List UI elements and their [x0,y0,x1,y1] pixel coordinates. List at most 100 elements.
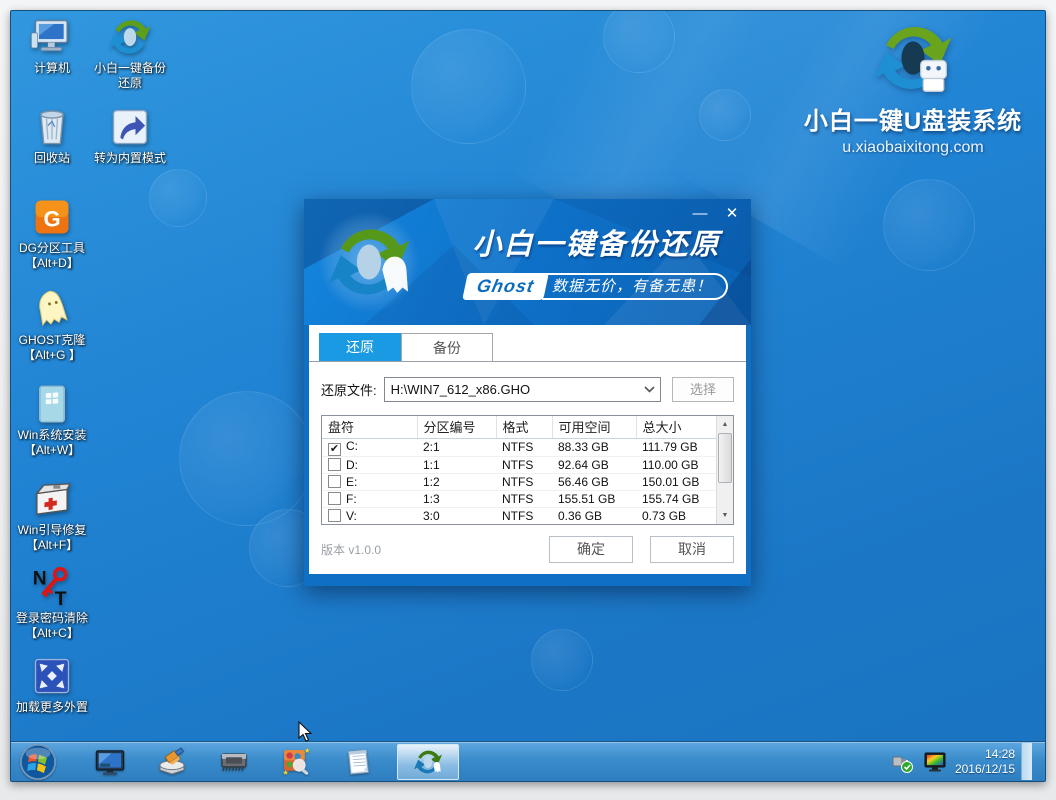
recycle-bin-icon [30,105,74,149]
start-button[interactable] [19,743,57,781]
scroll-down-icon[interactable]: ▼ [717,508,733,523]
desktop-icon-load-more[interactable]: 加载更多外置 [13,654,91,715]
cancel-button[interactable]: 取消 [650,536,734,563]
desktop-icon-label: Win系统安装 [13,428,91,443]
scrollbar-thumb[interactable] [718,433,732,483]
computer-icon [30,15,74,59]
desktop-icon-label: 还原 [91,76,169,91]
table-row[interactable]: F:1:3NTFS155.51 GB155.74 GB [322,490,716,507]
desktop-icon-boot-repair[interactable]: Win引导修复 【Alt+F】 [13,477,91,553]
shortcut-arrow-icon [108,105,152,149]
desktop-icon-label: 计算机 [13,61,91,76]
desktop-icon-label: 【Alt+C】 [13,626,91,641]
column-header-total[interactable]: 总大小 [636,416,716,438]
column-header-free[interactable]: 可用空间 [552,416,636,438]
desktop-icon-label: 加载更多外置 [13,700,91,715]
table-row[interactable]: V:3:0NTFS0.36 GB0.73 GB [322,507,716,524]
cell-format: NTFS [496,490,552,507]
cell-partition: 1:2 [417,473,496,490]
row-checkbox[interactable] [328,458,341,471]
desktop-icon-win-install[interactable]: Win系统安装 【Alt+W】 [13,382,91,458]
desktop-icon-ghost-clone[interactable]: GHOST克隆 【Alt+G 】 [13,287,91,363]
column-header-drive[interactable]: 盘符 [322,416,417,438]
chevron-down-icon[interactable] [638,386,660,393]
expand-arrows-icon [30,654,74,698]
desktop-icon-backup-restore[interactable]: 小白一键备份 还原 [91,15,169,91]
tab-restore[interactable]: 还原 [319,333,401,361]
nt-password-key-icon: N T [30,565,74,609]
bubble-decoration [411,29,526,144]
diskgenius-icon: G [30,195,74,239]
cell-format: NTFS [496,473,552,490]
desktop-icon-label: 小白一键备份 [91,61,169,76]
cell-partition: 3:0 [417,507,496,524]
ghost-slogan: 数据无价，有备无患！ [542,273,728,300]
table-row[interactable]: ✔C:2:1NTFS88.33 GB111.79 GB [322,438,716,456]
table-row[interactable]: D:1:1NTFS92.64 GB110.00 GB [322,456,716,473]
desktop-icon-password-clear[interactable]: N T 登录密码清除 【Alt+C】 [13,565,91,641]
bubble-decoration [149,169,207,227]
column-header-partition[interactable]: 分区编号 [417,416,496,438]
cell-total: 110.00 GB [636,456,716,473]
ghost-badge: Ghost 数据无价，有备无患！ [465,273,728,300]
table-header-row: 盘符 分区编号 格式 可用空间 总大小 [322,416,716,438]
cell-format: NTFS [496,438,552,456]
desktop-icon-label: 【Alt+G 】 [13,348,91,363]
desktop-icon-label: 登录密码清除 [13,611,91,626]
taskbar-memory-icon[interactable] [218,746,250,778]
vertical-scrollbar[interactable]: ▲ ▼ [716,416,733,524]
taskbar-image-tool-icon[interactable]: ★ ★ [280,746,312,778]
svg-text:T: T [55,589,67,609]
svg-text:★: ★ [304,746,310,755]
desktop-icon-label: 回收站 [13,151,91,166]
close-button[interactable]: ✕ [723,205,741,223]
tray-clock[interactable]: 14:28 2016/12/15 [955,747,1015,777]
ok-button[interactable]: 确定 [549,536,633,563]
windows-installer-icon [30,382,74,426]
taskbar-notepad-icon[interactable] [342,746,374,778]
restore-file-value: H:\WIN7_612_x86.GHO [385,382,638,397]
cell-free: 0.36 GB [552,507,636,524]
tray-display-color-icon[interactable] [923,750,947,774]
brand-title: 小白一键U盘装系统 [763,101,1046,136]
desktop-icon-computer[interactable]: 计算机 [13,15,91,76]
desktop-icon-dg-partition[interactable]: G DG分区工具 【Alt+D】 [13,195,91,271]
desktop-icon-label: 【Alt+W】 [13,443,91,458]
tab-backup[interactable]: 备份 [401,333,493,361]
cell-free: 92.64 GB [552,456,636,473]
version-label: 版本 v1.0.0 [321,541,381,558]
bubble-decoration [883,179,975,271]
taskbar-display-icon[interactable] [94,746,126,778]
cell-drive: V: [322,507,417,524]
svg-text:G: G [43,207,60,232]
select-button[interactable]: 选择 [672,377,734,402]
show-desktop-button[interactable] [1021,743,1032,780]
drive-letter: F: [346,492,357,506]
restore-file-combobox[interactable]: H:\WIN7_612_x86.GHO [384,377,661,402]
cell-drive: D: [322,456,417,473]
cell-total: 150.01 GB [636,473,716,490]
row-checkbox[interactable] [328,475,341,488]
desktop: 计算机 小白一键备份 还原 回收站 转为内置模式 [10,10,1046,782]
row-checkbox[interactable] [328,492,341,505]
taskbar-cleanup-icon[interactable] [156,746,188,778]
tray-usb-icon[interactable] [891,750,915,774]
cell-format: NTFS [496,456,552,473]
cell-total: 0.73 GB [636,507,716,524]
cell-partition: 1:1 [417,456,496,473]
svg-text:★: ★ [282,767,288,776]
desktop-icon-recycle-bin[interactable]: 回收站 [13,105,91,166]
table-row[interactable]: E:1:2NTFS56.46 GB150.01 GB [322,473,716,490]
desktop-icon-label: DG分区工具 [13,241,91,256]
row-checkbox[interactable] [328,509,341,522]
minimize-button[interactable]: — [691,205,709,223]
row-checkbox[interactable]: ✔ [328,443,341,456]
bubble-decoration [531,629,593,691]
partition-table-body: ✔C:2:1NTFS88.33 GB111.79 GBD:1:1NTFS92.6… [322,438,716,524]
cell-free: 56.46 GB [552,473,636,490]
taskbar-active-backup-app[interactable] [397,744,459,780]
column-header-format[interactable]: 格式 [496,416,552,438]
desktop-icon-label: Win引导修复 [13,523,91,538]
desktop-icon-internal-mode[interactable]: 转为内置模式 [91,105,169,166]
scroll-up-icon[interactable]: ▲ [717,417,733,432]
